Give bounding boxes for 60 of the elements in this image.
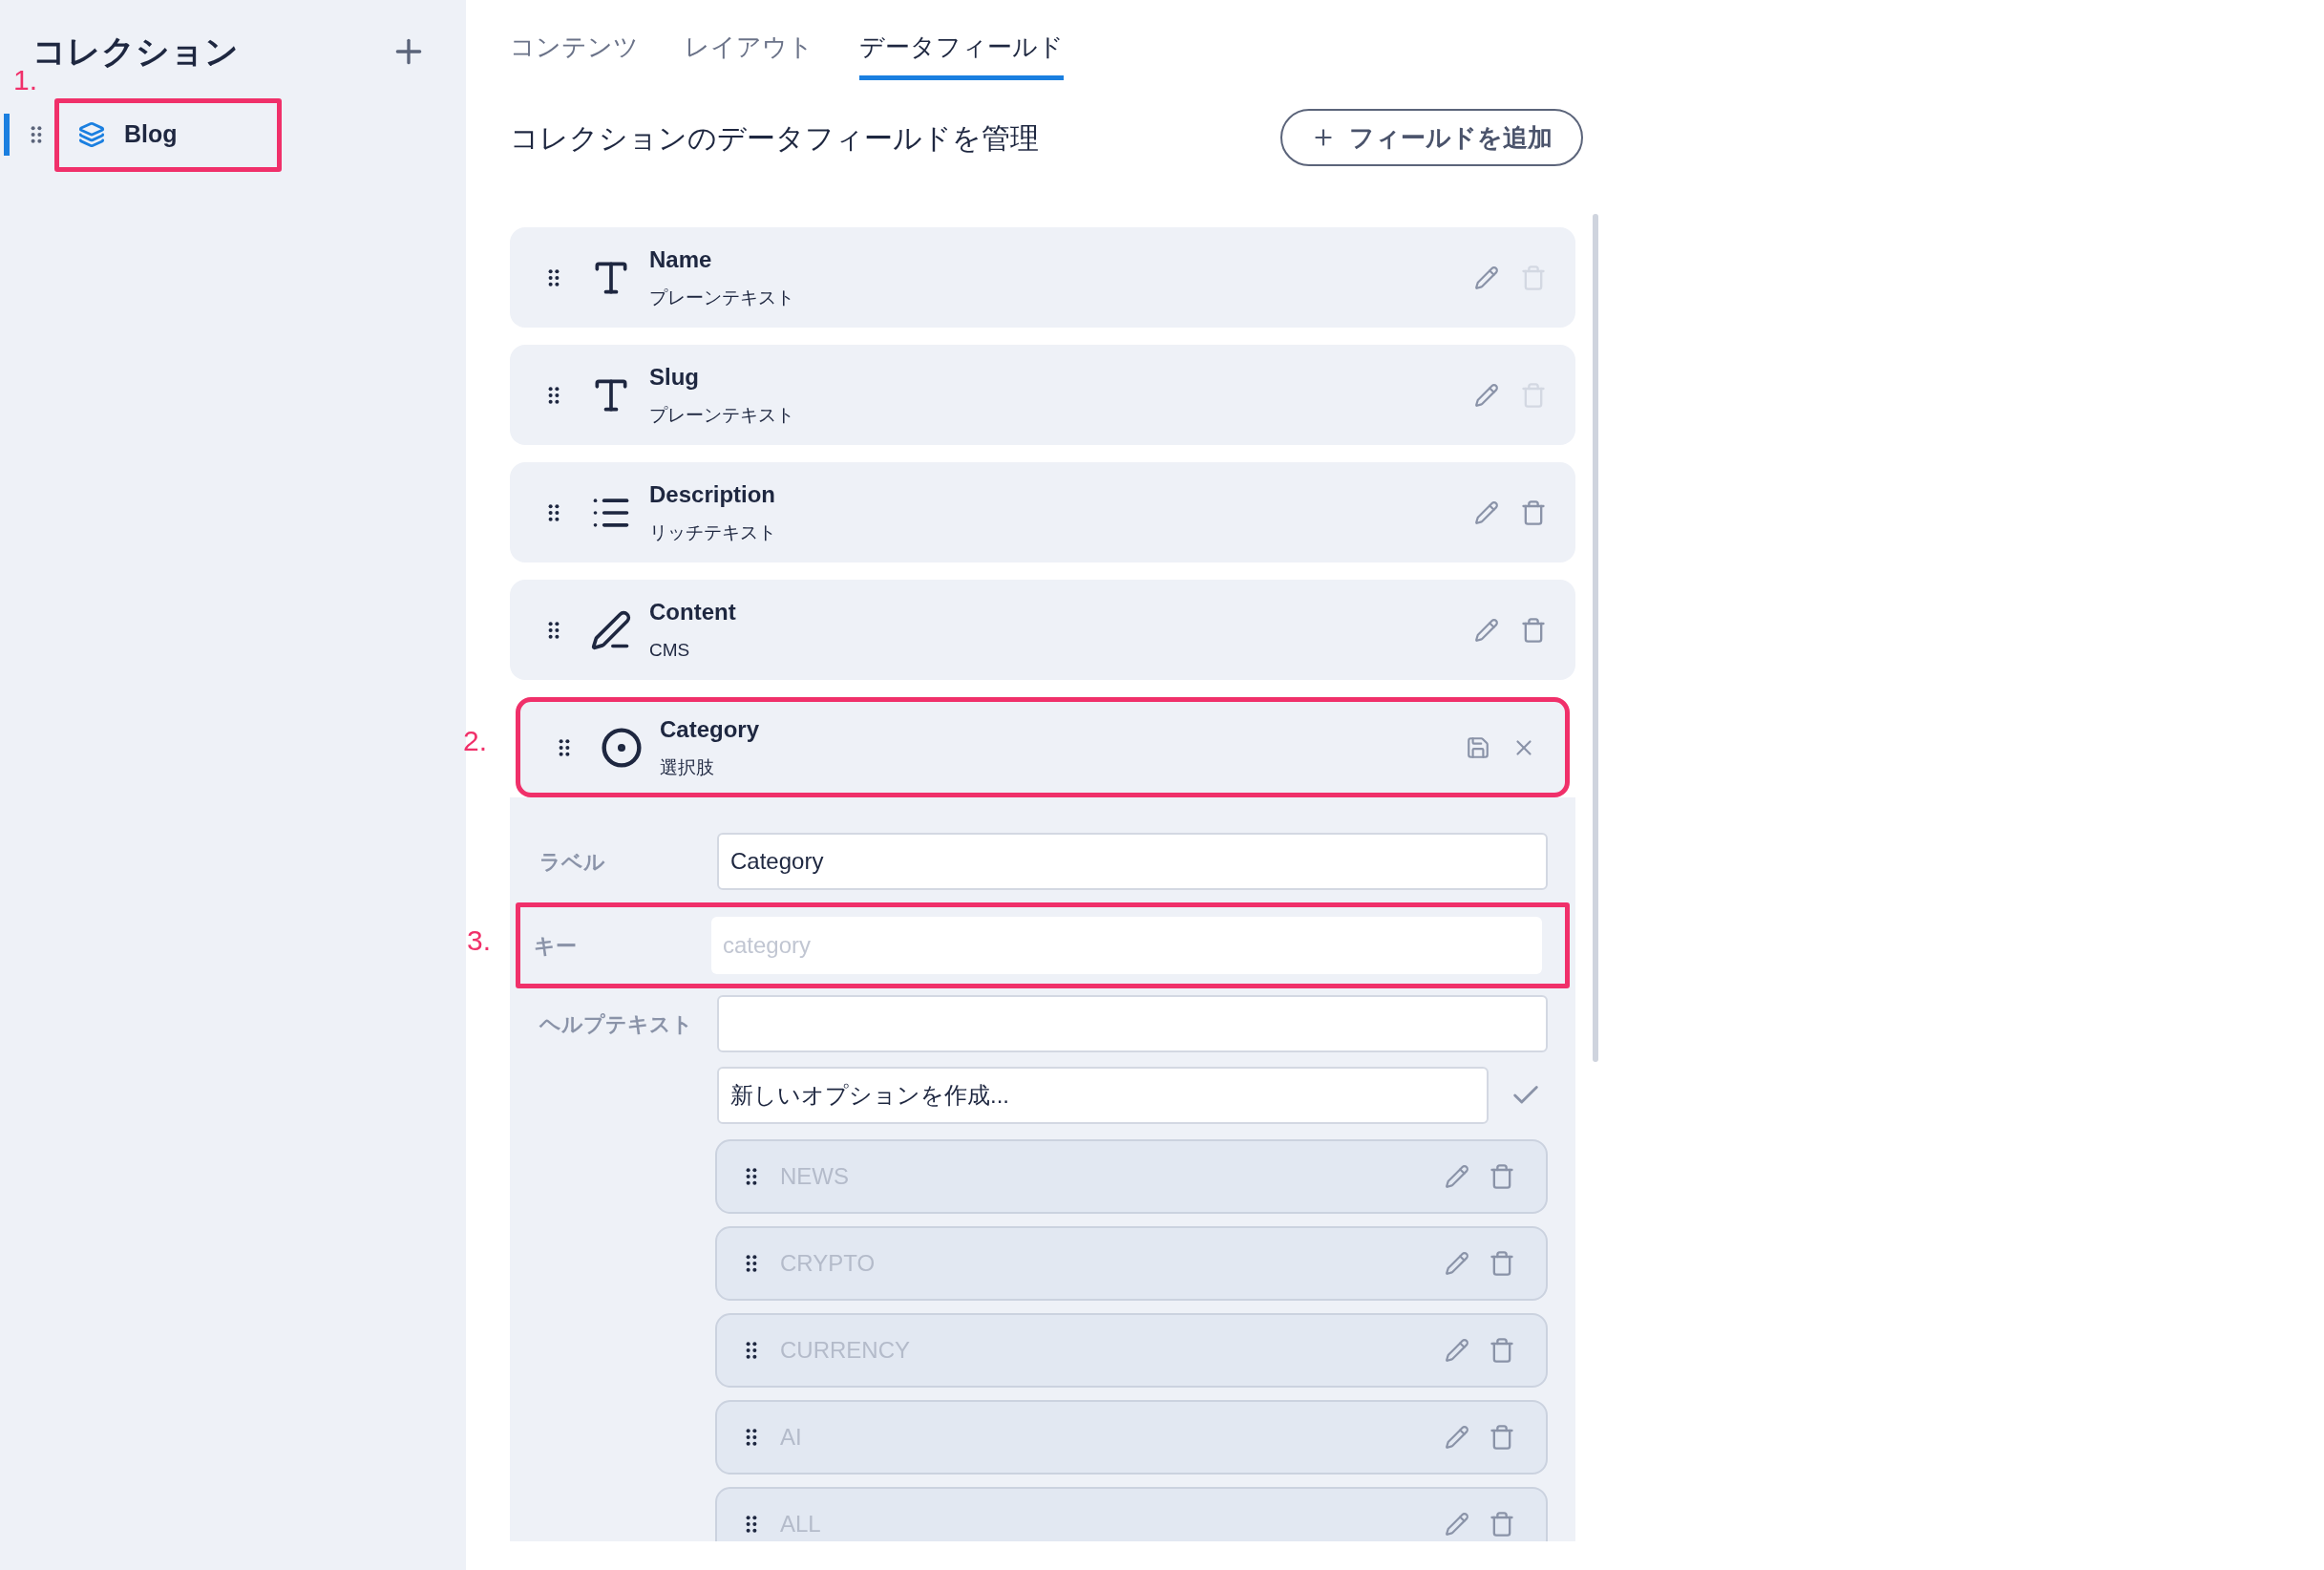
drag-handle-icon[interactable] xyxy=(746,1429,757,1446)
edit-icon[interactable] xyxy=(1474,617,1499,643)
drag-handle-icon[interactable] xyxy=(548,621,560,639)
section-heading: コレクションのデータフィールドを管理 xyxy=(510,120,1039,156)
text-input[interactable] xyxy=(717,995,1548,1052)
form-label: ラベル xyxy=(539,848,606,876)
scrollbar[interactable] xyxy=(1593,214,1598,1062)
drag-handle-icon[interactable] xyxy=(559,738,570,756)
new-option-input[interactable]: 新しいオプションを作成... xyxy=(717,1067,1489,1124)
radio-circle-icon xyxy=(601,726,643,769)
edit-icon[interactable] xyxy=(1445,1425,1469,1450)
delete-icon[interactable] xyxy=(1489,1250,1515,1277)
field-name: Slug xyxy=(649,363,700,392)
edit-icon[interactable] xyxy=(1445,1512,1469,1537)
drag-handle-icon[interactable] xyxy=(746,1255,757,1272)
field-card[interactable]: Description リッチテキスト xyxy=(510,462,1575,562)
edit-icon[interactable] xyxy=(1445,1164,1469,1189)
drag-handle-icon[interactable] xyxy=(746,1342,757,1359)
field-card[interactable]: Content CMS xyxy=(510,580,1575,680)
form-label: キー xyxy=(534,932,578,960)
edit-icon[interactable] xyxy=(1474,499,1499,525)
field-name: Description xyxy=(649,480,777,510)
edit-icon[interactable] xyxy=(1445,1338,1469,1363)
drag-handle-icon[interactable] xyxy=(746,1516,757,1533)
tab[interactable]: コンテンツ xyxy=(510,29,639,80)
delete-icon[interactable] xyxy=(1520,616,1547,644)
field-type: CMS xyxy=(649,639,691,663)
layers-icon xyxy=(78,121,105,148)
field-type: プレーンテキスト xyxy=(649,286,795,310)
delete-icon[interactable] xyxy=(1489,1511,1515,1538)
delete-icon[interactable] xyxy=(1489,1163,1515,1190)
tab[interactable]: レイアウト xyxy=(685,29,813,80)
pen-icon xyxy=(590,608,632,651)
field-name: Name xyxy=(649,245,713,275)
collection-item[interactable]: Blog xyxy=(54,97,282,172)
field-type: 選択肢 xyxy=(660,756,715,780)
drag-handle-icon[interactable] xyxy=(548,386,560,404)
field-card[interactable]: Slug プレーンテキスト xyxy=(510,345,1575,445)
edit-icon[interactable] xyxy=(1445,1251,1469,1276)
tab[interactable]: データフィールド xyxy=(859,29,1064,80)
annotation-number: 3. xyxy=(467,926,492,955)
field-name: Category xyxy=(660,715,761,745)
add-field-button[interactable]: フィールドを追加 xyxy=(1280,109,1583,166)
drag-handle-icon[interactable] xyxy=(548,503,560,521)
delete-icon[interactable] xyxy=(1489,1424,1515,1451)
edit-icon[interactable] xyxy=(1474,382,1499,408)
field-name: Content xyxy=(649,598,737,627)
field-type: リッチテキスト xyxy=(649,521,777,545)
annotation-number: 2. xyxy=(463,727,488,755)
text-input[interactable]: Category xyxy=(717,833,1548,890)
drag-handle-icon[interactable] xyxy=(548,268,560,286)
delete-icon[interactable] xyxy=(1520,499,1547,526)
drag-handle-icon[interactable] xyxy=(31,126,42,143)
form-label: ヘルプテキスト xyxy=(539,1010,694,1038)
save-icon[interactable] xyxy=(1466,734,1490,760)
field-type: プレーンテキスト xyxy=(649,404,795,428)
drag-handle-icon[interactable] xyxy=(746,1168,757,1185)
field-card[interactable]: Name プレーンテキスト xyxy=(510,227,1575,328)
edit-icon[interactable] xyxy=(1474,265,1499,290)
delete-icon[interactable] xyxy=(1489,1337,1515,1364)
